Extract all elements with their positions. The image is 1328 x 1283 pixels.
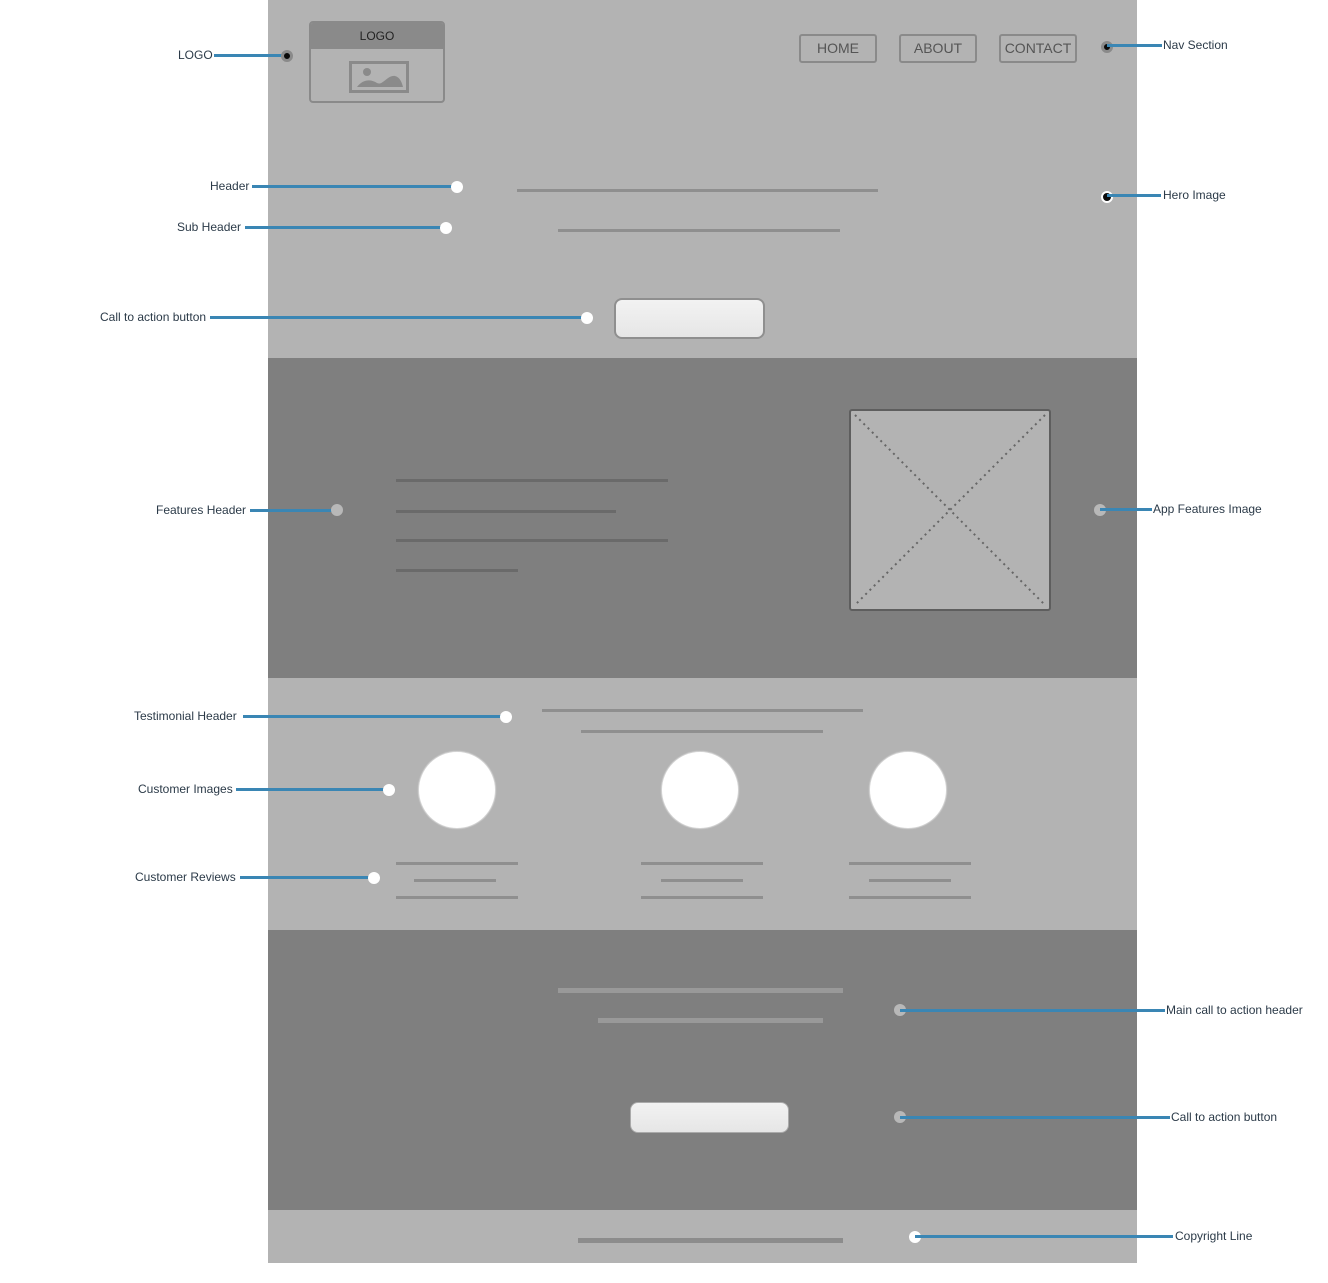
annotation-connector [245, 226, 446, 229]
cta-section [268, 930, 1137, 1210]
hero-header-placeholder [517, 189, 878, 192]
hero-cta-button[interactable] [614, 298, 765, 339]
features-line [396, 510, 616, 513]
copyright-line-placeholder [578, 1238, 843, 1243]
review-line [869, 879, 951, 882]
app-features-image-placeholder [849, 409, 1051, 611]
annotation-nav-section: Nav Section [1163, 38, 1228, 52]
customer-avatar [870, 752, 946, 828]
annotation-cta-button: Call to action button [100, 310, 207, 324]
main-cta-subheader-placeholder [598, 1018, 823, 1023]
annotation-connector [900, 1009, 1165, 1012]
nav-contact-button[interactable]: CONTACT [999, 34, 1077, 63]
annotation-customer-images: Customer Images [138, 782, 233, 796]
annotation-dot [331, 504, 343, 516]
annotation-connector [243, 715, 506, 718]
review-line [396, 862, 518, 865]
annotation-cta-button-bottom: Call to action button [1171, 1110, 1278, 1124]
annotation-dot [1101, 41, 1113, 53]
annotation-connector [210, 316, 587, 319]
annotation-dot [281, 50, 293, 62]
annotation-connector [250, 509, 337, 512]
annotation-app-features-image: App Features Image [1153, 502, 1262, 516]
annotation-customer-reviews: Customer Reviews [135, 870, 236, 884]
main-cta-header-placeholder [558, 988, 843, 993]
annotation-dot [1101, 191, 1113, 203]
testimonial-header-placeholder [542, 709, 863, 712]
customer-avatar [662, 752, 738, 828]
review-line [641, 896, 763, 899]
image-icon [349, 61, 409, 93]
annotation-connector [236, 788, 389, 791]
features-line [396, 479, 668, 482]
annotation-features-header: Features Header [156, 503, 247, 517]
annotation-connector [240, 876, 374, 879]
annotation-connector [1100, 508, 1152, 511]
annotation-connector [252, 185, 457, 188]
annotation-connector [1107, 44, 1162, 47]
nav-home-button[interactable]: HOME [799, 34, 877, 63]
annotation-dot [451, 181, 463, 193]
annotation-copyright-line: Copyright Line [1175, 1229, 1253, 1243]
review-line [849, 896, 971, 899]
testimonial-subheader-placeholder [581, 730, 823, 733]
annotation-dot [368, 872, 380, 884]
annotation-header: Header [210, 179, 250, 193]
annotation-sub-header: Sub Header [177, 220, 242, 234]
features-line [396, 569, 518, 572]
review-line [661, 879, 743, 882]
annotation-dot [500, 711, 512, 723]
annotation-dot [383, 784, 395, 796]
annotation-connector [915, 1235, 1173, 1238]
nav-about-button[interactable]: ABOUT [899, 34, 977, 63]
placeholder-cross-icon [854, 414, 1046, 606]
features-line [396, 539, 668, 542]
review-line [849, 862, 971, 865]
annotation-connector [1107, 194, 1161, 197]
annotation-logo: LOGO [178, 48, 213, 62]
logo-label: LOGO [311, 23, 443, 49]
annotation-connector [214, 54, 287, 57]
annotation-main-cta-header: Main call to action header [1166, 1003, 1303, 1017]
annotation-connector [900, 1116, 1170, 1119]
annotation-testimonial-header: Testimonial Header [134, 709, 237, 723]
bottom-cta-button[interactable] [630, 1102, 789, 1133]
annotation-hero-image: Hero Image [1163, 188, 1226, 202]
customer-avatar [419, 752, 495, 828]
annotation-dot [440, 222, 452, 234]
logo-placeholder[interactable]: LOGO [309, 21, 445, 103]
review-line [396, 896, 518, 899]
review-line [414, 879, 496, 882]
review-line [641, 862, 763, 865]
hero-subheader-placeholder [558, 229, 840, 232]
annotation-dot [581, 312, 593, 324]
